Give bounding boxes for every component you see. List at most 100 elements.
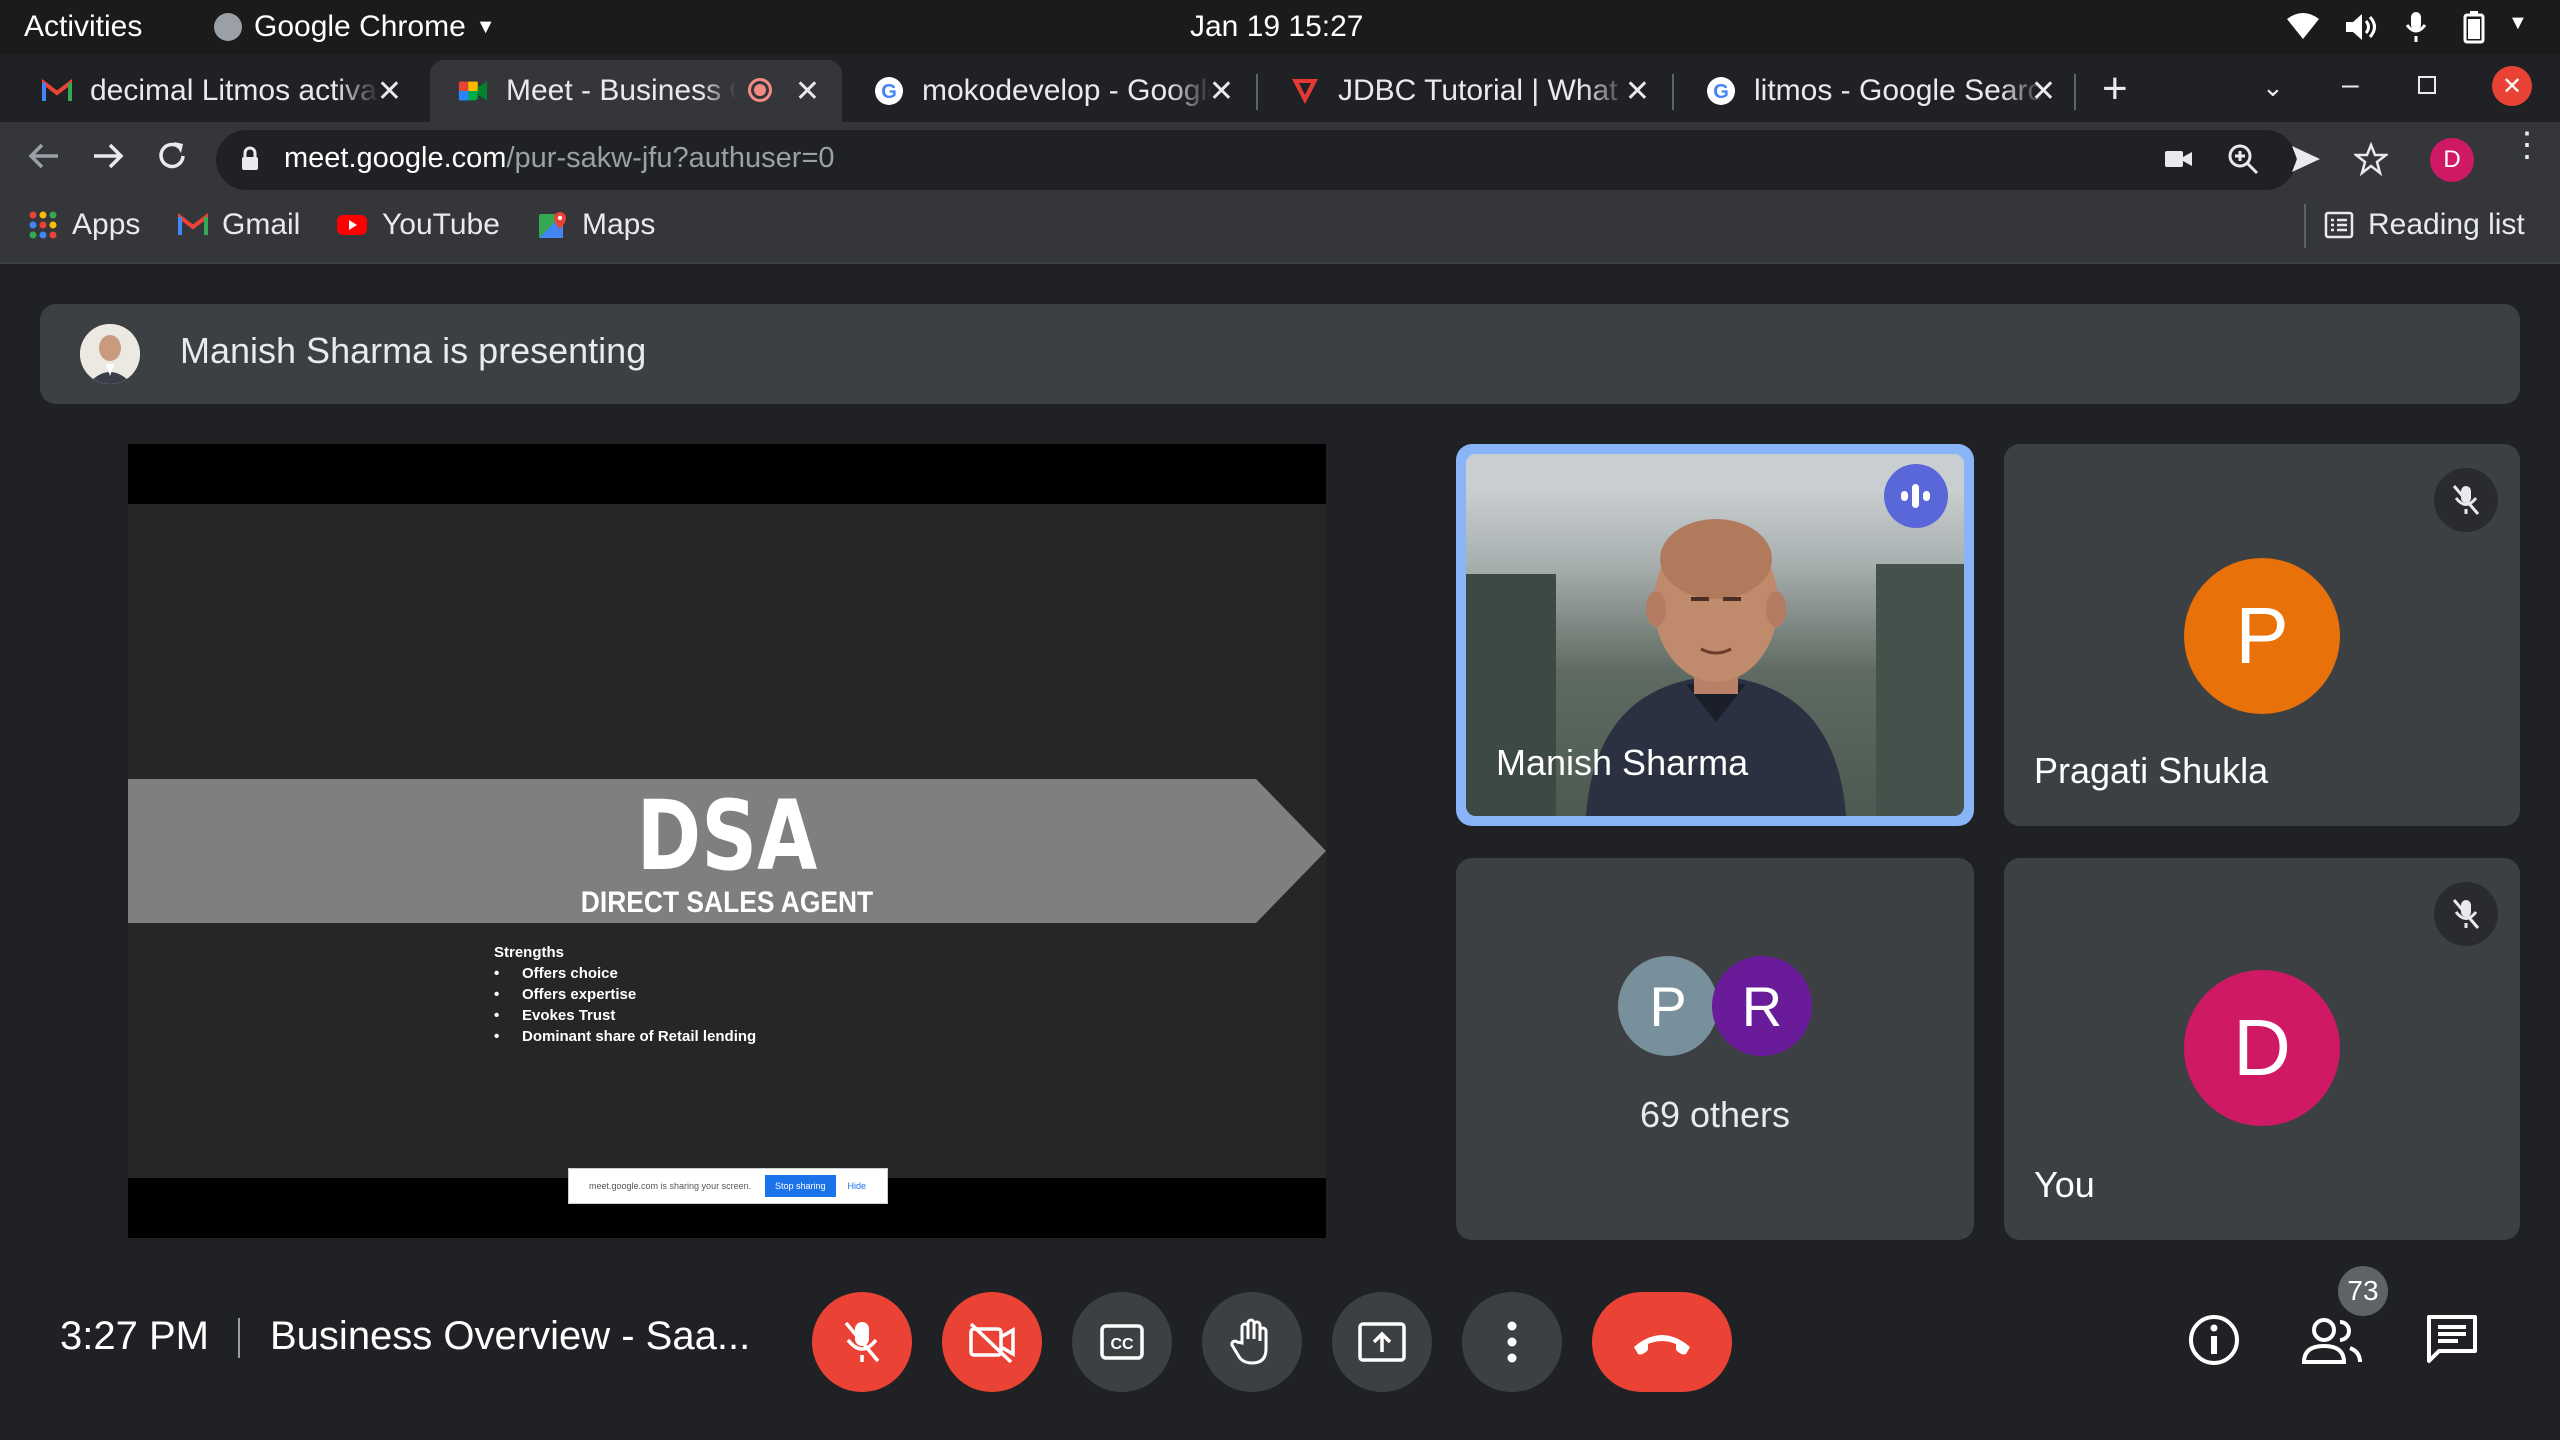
- meeting-title[interactable]: Business Overview - Saa...: [270, 1314, 750, 1359]
- close-tab-icon[interactable]: ✕: [2031, 74, 2056, 109]
- camera-toggle-button[interactable]: [942, 1292, 1042, 1392]
- raise-hand-icon: [1230, 1318, 1268, 1365]
- shared-screen[interactable]: DSA DIRECT SALES AGENT Strengths • Offers…: [128, 444, 1326, 1238]
- present-screen-icon: [1358, 1322, 1406, 1362]
- recording-indicator-icon: [748, 78, 772, 102]
- new-tab-icon[interactable]: +: [2102, 64, 2128, 114]
- strengths-heading: Strengths: [494, 944, 565, 961]
- clock[interactable]: Jan 19 15:27: [1190, 10, 1363, 44]
- participant-tile-pragati[interactable]: P Pragati Shukla: [2004, 444, 2520, 826]
- bookmark-gmail[interactable]: Gmail: [178, 208, 300, 242]
- mic-off-icon: [844, 1321, 880, 1363]
- tab-title: Meet - Business Ov: [506, 74, 736, 107]
- close-tab-icon[interactable]: ✕: [377, 74, 402, 109]
- camera-in-use-icon[interactable]: [2164, 146, 2194, 177]
- close-tab-icon[interactable]: ✕: [1625, 74, 1650, 109]
- tab-title: mokodevelop - Google: [922, 74, 1212, 107]
- meet-icon: [458, 76, 488, 106]
- hang-up-icon: [1634, 1335, 1690, 1355]
- zoom-icon[interactable]: [2226, 142, 2260, 181]
- participant-name: Pragati Shukla: [2034, 750, 2269, 791]
- close-tab-icon[interactable]: ✕: [795, 74, 820, 109]
- others-avatar-p: P: [1618, 956, 1718, 1056]
- leave-call-button[interactable]: [1592, 1292, 1732, 1392]
- bookmark-label: YouTube: [382, 208, 500, 241]
- close-tab-icon[interactable]: ✕: [1209, 74, 1234, 109]
- meeting-time: 3:27 PM: [60, 1314, 209, 1358]
- svg-text:CC: CC: [1110, 1336, 1134, 1353]
- reading-list-button[interactable]: Reading list: [2324, 208, 2525, 242]
- javatpoint-icon: [1290, 76, 1320, 106]
- url-text[interactable]: meet.google.com/pur-sakw-jfu?authuser=0: [284, 142, 835, 175]
- send-tab-icon[interactable]: [2290, 144, 2322, 179]
- reading-list-label: Reading list: [2368, 208, 2525, 241]
- meeting-details-icon[interactable]: [2186, 1312, 2242, 1373]
- tab-title: JDBC Tutorial | What: [1338, 74, 1618, 107]
- activities-button[interactable]: Activities: [24, 10, 142, 44]
- window-close-icon[interactable]: ✕: [2492, 66, 2532, 106]
- presenting-text: Manish Sharma is presenting: [180, 330, 647, 371]
- chat-icon[interactable]: [2424, 1312, 2480, 1373]
- url-host: meet.google.com: [284, 142, 507, 174]
- google-icon: G: [1706, 76, 1736, 106]
- url-path: /pur-sakw-jfu?authuser=0: [506, 142, 835, 174]
- wifi-icon[interactable]: [2286, 12, 2320, 48]
- maps-icon: [538, 210, 568, 240]
- participant-name: Manish Sharma: [1496, 742, 1749, 783]
- strength-item: • Evokes Trust: [494, 1007, 616, 1024]
- participant-tile-manish[interactable]: Manish Sharma: [1456, 444, 1974, 826]
- bookmark-maps[interactable]: Maps: [538, 208, 655, 242]
- stop-sharing-button[interactable]: Stop sharing: [765, 1175, 836, 1197]
- raise-hand-button[interactable]: [1202, 1292, 1302, 1392]
- system-menu-caret-icon[interactable]: ▼: [2508, 12, 2528, 35]
- bookmark-youtube[interactable]: YouTube: [336, 208, 500, 242]
- microphone-toggle-button[interactable]: [812, 1292, 912, 1392]
- tab-jdbc[interactable]: JDBC Tutorial | What ✕: [1262, 60, 1672, 122]
- strength-item: • Offers expertise: [494, 986, 637, 1003]
- bookmark-apps[interactable]: Apps: [28, 208, 140, 242]
- present-now-button[interactable]: [1332, 1292, 1432, 1392]
- google-icon: G: [874, 76, 904, 106]
- closed-captions-icon: CC: [1100, 1324, 1144, 1360]
- share-notice-text: meet.google.com is sharing your screen.: [589, 1181, 752, 1191]
- people-icon[interactable]: [2300, 1312, 2364, 1373]
- tab-gmail[interactable]: decimal Litmos activa ✕: [14, 60, 424, 122]
- strength-item: • Dominant share of Retail lending: [494, 1028, 757, 1045]
- bookmark-star-icon[interactable]: [2352, 141, 2390, 181]
- reload-icon[interactable]: [152, 136, 192, 181]
- more-options-button[interactable]: [1462, 1292, 1562, 1392]
- participant-name: You: [2034, 1164, 2095, 1205]
- microphone-icon[interactable]: [2404, 10, 2428, 52]
- participant-avatar: D: [2184, 970, 2340, 1126]
- captions-button[interactable]: CC: [1072, 1292, 1172, 1392]
- muted-mic-icon: [2434, 468, 2498, 532]
- camera-off-icon: [969, 1322, 1015, 1364]
- tab-title: litmos - Google Search: [1754, 74, 2044, 107]
- forward-icon[interactable]: [88, 136, 128, 181]
- chrome-menu-icon[interactable]: ⋮: [2510, 128, 2544, 162]
- participant-avatar: P: [2184, 558, 2340, 714]
- lock-icon[interactable]: [240, 146, 260, 177]
- tab-litmos-search[interactable]: G litmos - Google Search ✕: [1678, 60, 2078, 122]
- tab-title: decimal Litmos activa: [90, 74, 377, 107]
- bookmark-label: Gmail: [222, 208, 301, 241]
- minimize-icon[interactable]: –: [2342, 68, 2359, 102]
- battery-icon[interactable]: [2462, 10, 2486, 52]
- tab-mokodevelop[interactable]: G mokodevelop - Google ✕: [846, 60, 1256, 122]
- profile-avatar[interactable]: D: [2430, 138, 2474, 182]
- muted-mic-icon: [2434, 882, 2498, 946]
- app-menu[interactable]: Google Chrome ▼: [214, 10, 496, 44]
- others-avatar-r: R: [1712, 956, 1812, 1056]
- bookmark-label: Apps: [72, 208, 141, 241]
- back-icon[interactable]: [24, 136, 64, 181]
- volume-icon[interactable]: [2344, 12, 2378, 50]
- tab-meet[interactable]: Meet - Business Ov ✕: [430, 60, 842, 122]
- hide-button[interactable]: Hide: [848, 1181, 867, 1191]
- participant-tile-you[interactable]: D You: [2004, 858, 2520, 1240]
- restore-icon[interactable]: [2418, 76, 2436, 94]
- tab-search-chevron-icon[interactable]: ⌄: [2262, 72, 2284, 103]
- time-divider: [238, 1318, 240, 1358]
- participant-tile-others[interactable]: P R 69 others: [1456, 858, 1974, 1240]
- slide-strengths: Strengths • Offers choice • Offers experti…: [494, 942, 756, 1047]
- tab-divider: [1256, 74, 1258, 110]
